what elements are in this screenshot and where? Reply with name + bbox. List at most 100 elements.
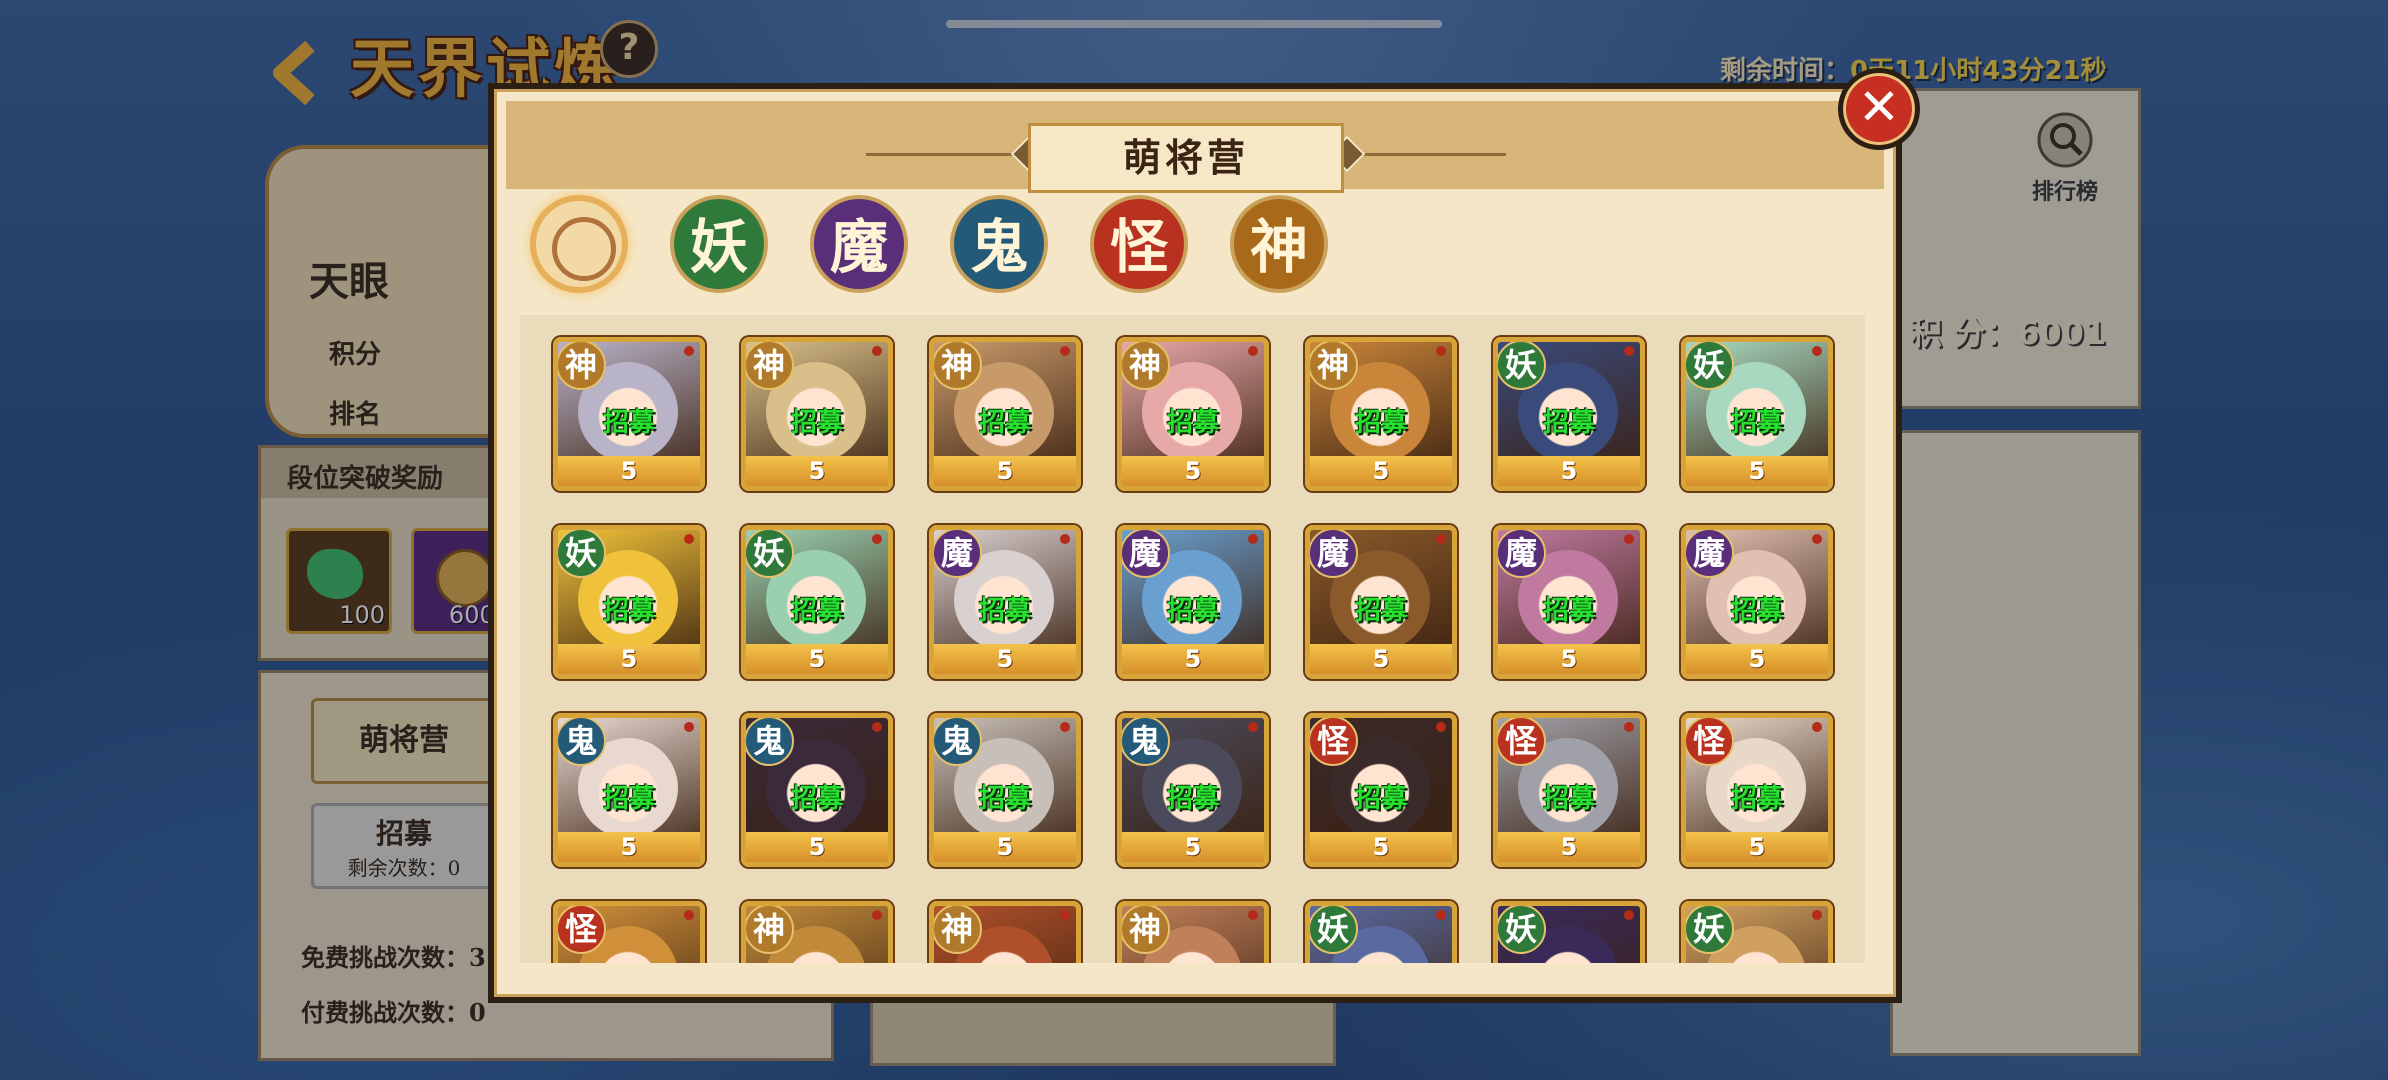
hero-grid[interactable]: 神招募 5 神招募 5 神招募 5 神招募 5 神招募 5 妖招募 5 妖招募 5 妖招募 5 妖招募 5 魔招募 5… [520, 315, 1865, 963]
header-line [1356, 153, 1506, 156]
hero-card[interactable]: 魔招募 5 [1305, 525, 1457, 679]
faction-badge: 怪 [1498, 718, 1546, 766]
corner-ornament [684, 910, 694, 920]
faction-badge: 神 [1122, 342, 1170, 390]
hero-card[interactable]: 魔招募 5 [1493, 525, 1645, 679]
recruit-tag: 招募 [978, 784, 1031, 814]
star-level: 5 [558, 456, 700, 486]
recruit-tag: 招募 [978, 408, 1031, 438]
modal-header: 萌将营 [506, 101, 1884, 193]
hero-card[interactable]: 妖招募 5 [1493, 337, 1645, 491]
recruit-tag: 招募 [1354, 596, 1407, 626]
corner-ornament [1624, 910, 1634, 920]
corner-ornament [1060, 346, 1070, 356]
faction-badge: 怪 [1310, 718, 1358, 766]
faction-badge: 魔 [1498, 530, 1546, 578]
header-line [866, 153, 1016, 156]
corner-ornament [684, 346, 694, 356]
filter-all[interactable] [530, 195, 628, 293]
filter-shen[interactable]: 神 [1230, 195, 1328, 293]
corner-ornament [684, 534, 694, 544]
hero-card[interactable]: 神 [929, 901, 1081, 963]
hero-card[interactable]: 怪招募 5 [1493, 713, 1645, 867]
recruit-tag: 招募 [1542, 784, 1595, 814]
faction-badge: 鬼 [558, 718, 606, 766]
recruit-tag: 招募 [1354, 784, 1407, 814]
faction-badge: 魔 [1122, 530, 1170, 578]
hero-card[interactable]: 妖招募 5 [1681, 337, 1833, 491]
faction-badge: 妖 [1310, 906, 1358, 954]
faction-badge: 神 [746, 342, 794, 390]
recruit-tag: 招募 [1730, 596, 1783, 626]
star-level: 5 [1498, 832, 1640, 862]
star-level: 5 [746, 832, 888, 862]
recruit-tag: 招募 [1354, 408, 1407, 438]
corner-ornament [872, 346, 882, 356]
star-level: 5 [1310, 832, 1452, 862]
corner-ornament [872, 722, 882, 732]
hero-card[interactable]: 神 [741, 901, 893, 963]
corner-ornament [1812, 910, 1822, 920]
hero-card[interactable]: 神招募 5 [929, 337, 1081, 491]
hero-card[interactable]: 魔招募 5 [1117, 525, 1269, 679]
star-level: 5 [934, 456, 1076, 486]
hero-card[interactable]: 妖招募 5 [741, 525, 893, 679]
hero-card[interactable]: 怪 [553, 901, 705, 963]
faction-badge: 妖 [1498, 342, 1546, 390]
recruit-tag: 招募 [1166, 784, 1219, 814]
recruit-tag: 招募 [1166, 408, 1219, 438]
all-factions-icon [552, 217, 616, 281]
filter-guai[interactable]: 怪 [1090, 195, 1188, 293]
filter-yao[interactable]: 妖 [670, 195, 768, 293]
hero-card[interactable]: 神 [1117, 901, 1269, 963]
recruit-tag: 招募 [1166, 596, 1219, 626]
faction-badge: 妖 [1498, 906, 1546, 954]
filter-gui[interactable]: 鬼 [950, 195, 1048, 293]
recruit-tag: 招募 [790, 784, 843, 814]
hero-card[interactable]: 妖 [1493, 901, 1645, 963]
hero-card[interactable]: 神招募 5 [1305, 337, 1457, 491]
recruit-tag: 招募 [1730, 784, 1783, 814]
hero-card[interactable]: 怪招募 5 [1305, 713, 1457, 867]
hero-card[interactable]: 妖招募 5 [553, 525, 705, 679]
corner-ornament [1248, 534, 1258, 544]
star-level: 5 [1498, 644, 1640, 674]
star-level: 5 [1686, 644, 1828, 674]
close-button[interactable]: ✕ [1838, 68, 1920, 150]
hero-card[interactable]: 鬼招募 5 [929, 713, 1081, 867]
faction-badge: 妖 [1686, 342, 1734, 390]
star-level: 5 [1498, 456, 1640, 486]
faction-badge: 神 [1310, 342, 1358, 390]
star-level: 5 [1686, 832, 1828, 862]
hero-card[interactable]: 怪招募 5 [1681, 713, 1833, 867]
star-level: 5 [558, 644, 700, 674]
corner-ornament [1248, 722, 1258, 732]
hero-card[interactable]: 神招募 5 [1117, 337, 1269, 491]
corner-ornament [1436, 910, 1446, 920]
faction-badge: 神 [746, 906, 794, 954]
faction-badge: 妖 [746, 530, 794, 578]
star-level: 5 [1122, 644, 1264, 674]
corner-ornament [1436, 722, 1446, 732]
star-level: 5 [934, 832, 1076, 862]
recruit-tag: 招募 [602, 596, 655, 626]
corner-ornament [1060, 910, 1070, 920]
recruit-tag: 招募 [1542, 408, 1595, 438]
corner-ornament [1060, 722, 1070, 732]
recruit-tag: 招募 [1542, 596, 1595, 626]
corner-ornament [872, 534, 882, 544]
hero-card[interactable]: 鬼招募 5 [553, 713, 705, 867]
star-level: 5 [746, 644, 888, 674]
hero-card[interactable]: 魔招募 5 [1681, 525, 1833, 679]
filter-mo[interactable]: 魔 [810, 195, 908, 293]
faction-badge: 怪 [558, 906, 606, 954]
hero-card[interactable]: 神招募 5 [553, 337, 705, 491]
hero-card[interactable]: 妖 [1305, 901, 1457, 963]
hero-card[interactable]: 魔招募 5 [929, 525, 1081, 679]
hero-card[interactable]: 神招募 5 [741, 337, 893, 491]
hero-card[interactable]: 妖 [1681, 901, 1833, 963]
hero-card[interactable]: 鬼招募 5 [741, 713, 893, 867]
hero-card[interactable]: 鬼招募 5 [1117, 713, 1269, 867]
star-level: 5 [746, 456, 888, 486]
corner-ornament [1812, 722, 1822, 732]
